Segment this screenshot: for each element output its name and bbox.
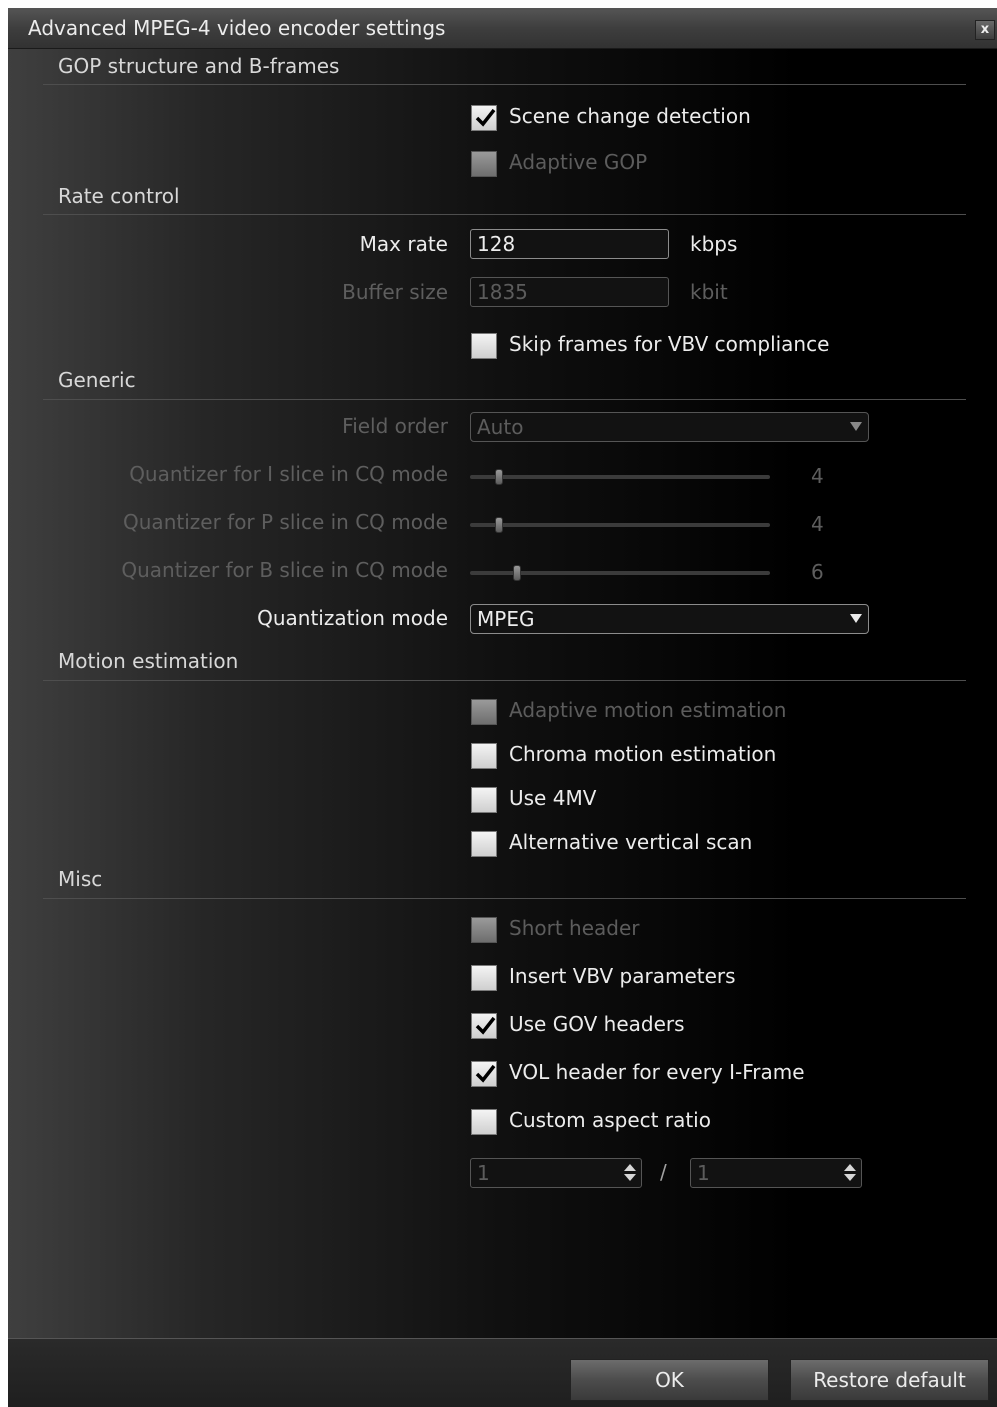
custom-aspect-checkbox[interactable] <box>471 1109 497 1135</box>
quant-b-label: Quantizer for B slice in CQ mode <box>121 558 448 582</box>
spin-down-icon[interactable] <box>844 1174 856 1181</box>
buffer-size-unit: kbit <box>690 280 728 304</box>
use-4mv-checkbox[interactable] <box>471 787 497 813</box>
encoder-settings-dialog: Advanced MPEG-4 video encoder settings x… <box>8 8 997 1407</box>
insert-vbv-checkbox[interactable] <box>471 965 497 991</box>
quant-p-slider[interactable] <box>470 517 770 533</box>
checkmark-icon <box>475 108 496 127</box>
quant-mode-value: MPEG <box>477 607 535 631</box>
chroma-me-checkbox[interactable] <box>471 743 497 769</box>
quant-i-label: Quantizer for I slice in CQ mode <box>129 462 448 486</box>
quant-mode-label: Quantization mode <box>257 606 448 630</box>
insert-vbv-label: Insert VBV parameters <box>509 964 736 988</box>
field-order-select[interactable]: Auto <box>470 412 869 442</box>
chroma-me-label: Chroma motion estimation <box>509 742 777 766</box>
aspect-numerator-spinbox[interactable]: 1 <box>470 1158 642 1188</box>
vol-header-checkbox[interactable] <box>471 1061 497 1087</box>
gov-headers-label: Use GOV headers <box>509 1012 685 1036</box>
ok-button[interactable]: OK <box>570 1359 769 1401</box>
title-bar: Advanced MPEG-4 video encoder settings x <box>8 8 997 49</box>
quant-i-slider[interactable] <box>470 469 770 485</box>
spin-up-icon[interactable] <box>844 1164 856 1171</box>
section-generic-heading: Generic <box>58 368 136 392</box>
short-header-checkbox[interactable] <box>471 917 497 943</box>
chevron-down-icon <box>850 614 862 623</box>
scene-change-label: Scene change detection <box>509 104 751 128</box>
section-divider <box>43 399 966 400</box>
section-misc-heading: Misc <box>58 867 103 891</box>
alt-scan-checkbox[interactable] <box>471 831 497 857</box>
quant-p-value: 4 <box>811 512 824 536</box>
adaptive-me-label: Adaptive motion estimation <box>509 698 787 722</box>
adaptive-gop-checkbox[interactable] <box>471 151 497 177</box>
use-4mv-label: Use 4MV <box>509 786 597 810</box>
slider-thumb[interactable] <box>495 517 503 533</box>
close-button[interactable]: x <box>975 20 995 40</box>
quant-p-label: Quantizer for P slice in CQ mode <box>123 510 448 534</box>
aspect-separator: / <box>660 1160 667 1184</box>
spin-down-icon[interactable] <box>624 1174 636 1181</box>
adaptive-me-checkbox[interactable] <box>471 699 497 725</box>
adaptive-gop-label: Adaptive GOP <box>509 150 648 174</box>
dialog-footer: OK Restore default <box>8 1338 997 1407</box>
field-order-value: Auto <box>477 415 524 439</box>
custom-aspect-label: Custom aspect ratio <box>509 1108 711 1132</box>
spin-arrows-icon[interactable] <box>623 1163 637 1183</box>
short-header-label: Short header <box>509 916 640 940</box>
gov-headers-checkbox[interactable] <box>471 1013 497 1039</box>
aspect-denominator-value: 1 <box>697 1161 710 1185</box>
buffer-size-input[interactable]: 1835 <box>470 277 669 307</box>
section-divider <box>43 214 966 215</box>
section-divider <box>43 898 966 899</box>
quant-b-value: 6 <box>811 560 824 584</box>
chevron-down-icon <box>850 422 862 431</box>
section-rate-heading: Rate control <box>58 184 180 208</box>
slider-thumb[interactable] <box>513 565 521 581</box>
close-icon: x <box>980 22 990 37</box>
skip-frames-label: Skip frames for VBV compliance <box>509 332 830 356</box>
section-gop-heading: GOP structure and B-frames <box>58 54 340 78</box>
max-rate-unit: kbps <box>690 232 738 256</box>
field-order-label: Field order <box>342 414 448 438</box>
section-divider <box>43 680 966 681</box>
spin-arrows-icon[interactable] <box>843 1163 857 1183</box>
aspect-numerator-value: 1 <box>477 1161 490 1185</box>
window-title: Advanced MPEG-4 video encoder settings <box>28 16 446 40</box>
aspect-denominator-spinbox[interactable]: 1 <box>690 1158 862 1188</box>
quant-b-slider[interactable] <box>470 565 770 581</box>
vol-header-label: VOL header for every I-Frame <box>509 1060 805 1084</box>
skip-frames-checkbox[interactable] <box>471 333 497 359</box>
section-motion-heading: Motion estimation <box>58 649 239 673</box>
quant-mode-select[interactable]: MPEG <box>470 604 869 634</box>
scene-change-checkbox[interactable] <box>471 105 497 131</box>
slider-thumb[interactable] <box>495 469 503 485</box>
checkmark-icon <box>475 1064 496 1083</box>
max-rate-input[interactable]: 128 <box>470 229 669 259</box>
alt-scan-label: Alternative vertical scan <box>509 830 753 854</box>
checkmark-icon <box>475 1016 496 1035</box>
max-rate-label: Max rate <box>359 232 448 256</box>
restore-default-button[interactable]: Restore default <box>790 1359 989 1401</box>
section-divider <box>43 84 966 85</box>
quant-i-value: 4 <box>811 464 824 488</box>
buffer-size-label: Buffer size <box>342 280 448 304</box>
spin-up-icon[interactable] <box>624 1164 636 1171</box>
